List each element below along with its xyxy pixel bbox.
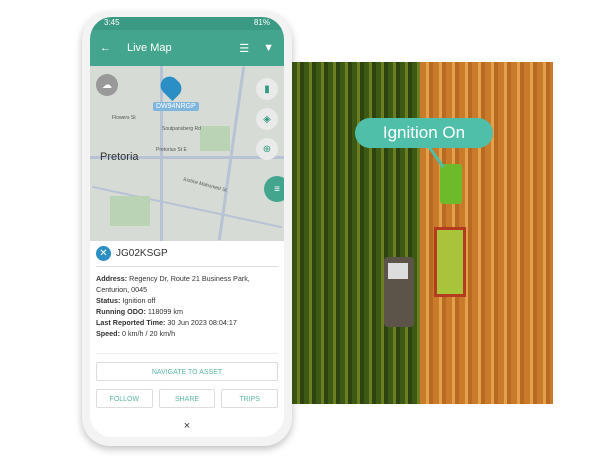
follow-button[interactable]: FOLLOW [96,389,153,408]
street-label: Justice Mahomed St [181,176,228,194]
list-icon[interactable]: ☰ [239,42,249,55]
layers-icon[interactable]: ◈ [256,108,278,130]
street-label: Soutpansberg Rd [162,126,201,132]
harvest-photo [292,62,553,404]
tractor [384,257,414,327]
navigate-button[interactable]: NAVIGATE TO ASSET [96,362,278,381]
battery-level: 81% [253,18,270,27]
back-arrow-icon[interactable]: ← [100,42,111,54]
menu-icon[interactable]: ≡ [264,176,284,202]
traffic-icon[interactable]: ▮ [256,78,278,100]
harvester [440,164,462,204]
cloud-off-icon[interactable]: ☁ [96,74,118,96]
asset-header: ✕ JG02KSGP [96,241,278,267]
asset-type-icon: ✕ [96,246,111,261]
asset-name: JG02KSGP [116,248,168,259]
zoom-search-icon[interactable]: ⊕ [256,138,278,160]
last-reported-row: Last Reported Time: 30 Jun 2023 08:04:17 [96,318,237,327]
odo-row: Running ODO: 118099 km [96,307,183,316]
street-label: Pretorius St E [156,147,187,153]
share-button[interactable]: SHARE [158,389,216,408]
street-label: Flowers St [112,115,136,121]
live-map[interactable]: Flowers St Soutpansberg Rd Pretorius St … [90,66,284,241]
status-bar: 3:45 81% [90,17,284,30]
close-icon[interactable]: × [96,420,278,432]
trips-button[interactable]: TRIPS [221,389,279,408]
phone-screen: 3:45 81% ← Live Map ☰ ▼ Flowers St Soutp… [90,17,284,437]
filter-icon[interactable]: ▼ [263,42,274,54]
asset-map-label[interactable]: DW94NRGP [153,102,199,111]
ignition-callout: Ignition On [355,118,493,148]
app-bar: ← Live Map ☰ ▼ [90,30,284,66]
page-title: Live Map [127,42,172,54]
asset-info: Address: Regency Dr, Route 21 Business P… [96,267,278,354]
speed-row: Speed: 0 km/h / 20 km/h [96,329,176,338]
map-city-label: Pretoria [100,151,139,163]
status-row: Status: Ignition off [96,296,156,305]
asset-details-sheet: ✕ JG02KSGP Address: Regency Dr, Route 21… [90,241,284,432]
address-row: Address: Regency Dr, Route 21 Business P… [96,274,250,294]
phone-frame: 3:45 81% ← Live Map ☰ ▼ Flowers St Soutp… [82,12,292,446]
grain-trailer [434,227,466,297]
status-time: 3:45 [104,18,120,27]
